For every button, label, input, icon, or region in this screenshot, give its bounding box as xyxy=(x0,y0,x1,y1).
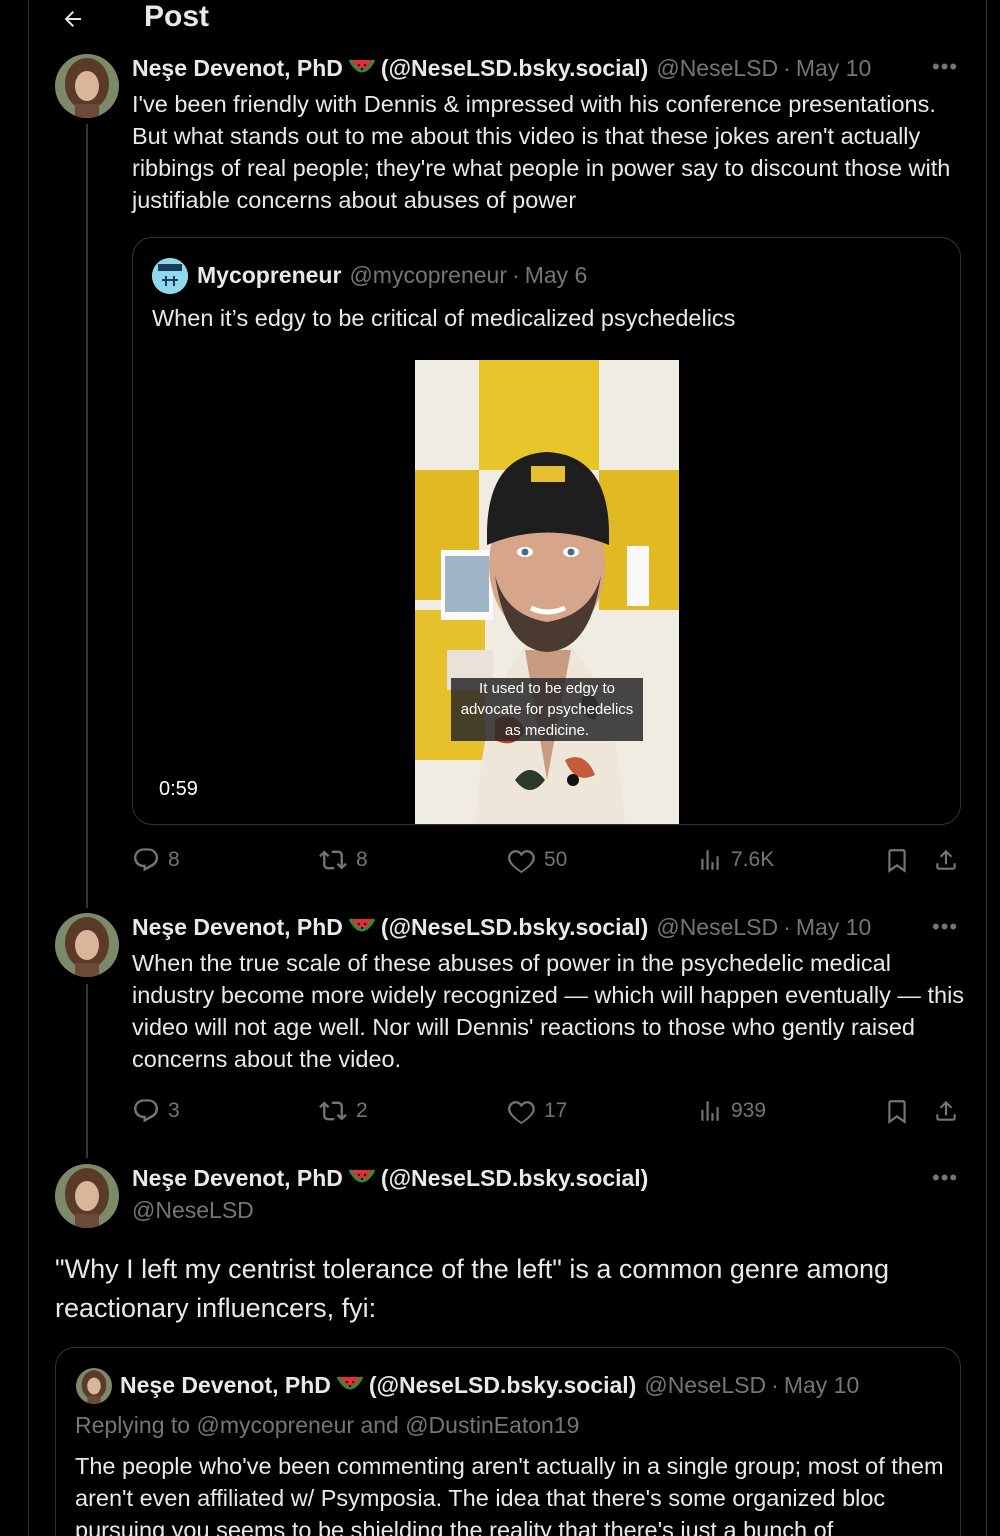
views-button[interactable]: 939 xyxy=(697,1097,766,1125)
separator-dot: · xyxy=(512,262,520,288)
reply-button[interactable]: 3 xyxy=(132,1097,180,1125)
more-options-button[interactable]: ••• xyxy=(932,914,958,940)
quoted-header: Mycopreneur @mycopreneur · May 6 xyxy=(197,262,587,289)
more-options-button[interactable]: ••• xyxy=(932,1165,958,1191)
post-date[interactable]: May 10 xyxy=(796,914,871,941)
bookmark-button[interactable] xyxy=(884,1097,918,1125)
video-caption: It used to be edgy to advocate for psych… xyxy=(451,678,643,741)
author-bsky: (@NeseLSD.bsky.social) xyxy=(380,55,649,81)
author-name[interactable]: Neşe Devenot, PhD xyxy=(132,1165,343,1192)
quoted-text: The people who've been commenting aren't… xyxy=(75,1453,944,1536)
bookmark-icon xyxy=(888,849,906,873)
repost-button[interactable]: 2 xyxy=(318,1097,368,1125)
quoted-date: May 6 xyxy=(524,262,588,288)
avatar[interactable] xyxy=(55,913,119,977)
post-text: "Why I left my centrist tolerance of the… xyxy=(55,1254,890,1323)
quoted-post-card[interactable]: Neşe Devenot, PhD (@NeseLSD.bsky.social)… xyxy=(55,1347,961,1536)
quoted-header: Neşe Devenot, PhD (@NeseLSD.bsky.social)… xyxy=(120,1372,859,1399)
post-text: When the true scale of these abuses of p… xyxy=(132,950,965,1072)
like-button[interactable]: 17 xyxy=(508,1097,567,1125)
avatar-image xyxy=(55,913,119,977)
quoted-author-handle: @mycopreneur xyxy=(349,262,508,288)
replying-to-prefix: Replying to xyxy=(75,1412,191,1438)
views-icon xyxy=(701,1101,719,1121)
like-count: 50 xyxy=(544,848,568,871)
post-header: Neşe Devenot, PhD (@NeseLSD.bsky.social) xyxy=(132,1165,648,1192)
reply-icon xyxy=(133,1099,159,1123)
page-title: Post xyxy=(144,0,210,33)
author-bsky: (@NeseLSD.bsky.social) xyxy=(380,1165,649,1191)
video-duration: 0:59 xyxy=(159,778,198,800)
avatar[interactable] xyxy=(55,54,119,118)
replying-to-and: and xyxy=(360,1412,399,1438)
author-bsky: (@NeseLSD.bsky.social) xyxy=(380,914,649,940)
reply-button[interactable]: 8 xyxy=(132,846,180,874)
repost-count: 8 xyxy=(356,848,368,871)
author-handle[interactable]: @NeseLSD xyxy=(132,1197,254,1224)
views-icon xyxy=(701,850,719,870)
author-name[interactable]: Neşe Devenot, PhD xyxy=(132,55,343,82)
back-button[interactable] xyxy=(59,2,87,36)
avatar[interactable] xyxy=(55,1164,119,1228)
more-options-button[interactable]: ••• xyxy=(932,54,958,80)
avatar-image xyxy=(55,54,119,118)
separator-dot: · xyxy=(771,1372,779,1398)
quoted-author-name: Mycopreneur xyxy=(197,262,342,288)
video-thumbnail xyxy=(415,360,679,824)
handle-line: @NeseLSD xyxy=(132,1197,254,1224)
reply-icon xyxy=(133,848,159,872)
watermelon-icon xyxy=(348,55,376,82)
quoted-author-bsky: (@NeseLSD.bsky.social) xyxy=(368,1372,637,1398)
post-date[interactable]: May 10 xyxy=(796,55,871,82)
repost-count: 2 xyxy=(356,1099,368,1122)
reply-count: 8 xyxy=(168,848,180,871)
view-count: 7.6K xyxy=(731,848,775,871)
quoted-author-handle: @NeseLSD xyxy=(644,1372,767,1398)
share-button[interactable] xyxy=(933,1097,967,1125)
author-handle[interactable]: @NeseLSD xyxy=(656,55,778,82)
quoted-text: When it’s edgy to be critical of medical… xyxy=(152,305,736,331)
separator-dot: · xyxy=(783,914,791,940)
reply-count: 3 xyxy=(168,1099,180,1122)
thread-line xyxy=(86,124,88,908)
repost-icon xyxy=(319,1101,347,1121)
post-text: I've been friendly with Dennis & impress… xyxy=(132,91,951,213)
separator-dot: · xyxy=(783,55,791,81)
share-icon xyxy=(936,849,956,870)
bookmark-button[interactable] xyxy=(884,846,918,874)
bookmark-icon xyxy=(888,1100,906,1124)
views-button[interactable]: 7.6K xyxy=(697,846,774,874)
quoted-date: May 10 xyxy=(783,1372,860,1398)
repost-icon xyxy=(319,850,347,870)
like-count: 17 xyxy=(544,1099,568,1122)
post-header: Neşe Devenot, PhD (@NeseLSD.bsky.social)… xyxy=(132,55,871,82)
heart-icon xyxy=(508,1101,535,1125)
thread-line xyxy=(86,984,88,1158)
top-header: Post xyxy=(29,0,986,50)
author-name[interactable]: Neşe Devenot, PhD xyxy=(132,914,343,941)
avatar-image xyxy=(55,1164,119,1228)
quoted-post-card[interactable]: Mycopreneur @mycopreneur · May 6 When it… xyxy=(132,237,961,825)
post-header: Neşe Devenot, PhD (@NeseLSD.bsky.social)… xyxy=(132,914,871,941)
quoted-avatar xyxy=(76,1368,112,1404)
watermelon-icon xyxy=(348,914,376,941)
watermelon-icon xyxy=(348,1165,376,1192)
watermelon-icon xyxy=(336,1372,364,1399)
share-icon xyxy=(936,1100,956,1121)
like-button[interactable]: 50 xyxy=(508,846,567,874)
view-count: 939 xyxy=(731,1099,767,1122)
video-player[interactable]: It used to be edgy to advocate for psych… xyxy=(415,360,679,824)
heart-icon xyxy=(508,850,535,874)
replying-to-mention[interactable]: @DustinEaton19 xyxy=(405,1412,579,1438)
arrow-left-icon xyxy=(64,11,81,27)
column-left-border xyxy=(28,0,29,1536)
repost-button[interactable]: 8 xyxy=(318,846,368,874)
column-right-border xyxy=(986,0,987,1536)
author-handle[interactable]: @NeseLSD xyxy=(656,914,778,941)
replying-to-line: Replying to @mycopreneur and @DustinEato… xyxy=(75,1412,579,1439)
quoted-avatar xyxy=(152,258,188,294)
replying-to-mention[interactable]: @mycopreneur xyxy=(196,1412,354,1438)
quoted-author-name: Neşe Devenot, PhD xyxy=(120,1372,331,1398)
share-button[interactable] xyxy=(933,846,967,874)
